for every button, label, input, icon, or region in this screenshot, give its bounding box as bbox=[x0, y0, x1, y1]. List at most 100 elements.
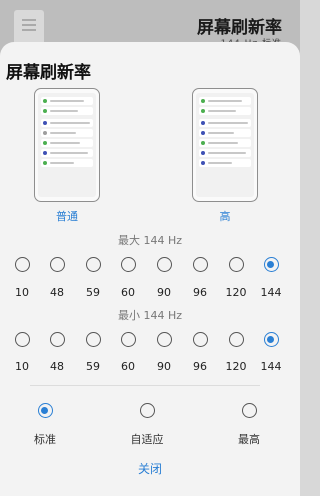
preset-normal[interactable]: 普通 bbox=[34, 88, 100, 224]
mode-radio-adaptive[interactable] bbox=[139, 403, 155, 418]
preview-row bbox=[41, 159, 93, 167]
preview-dot-icon bbox=[43, 141, 47, 145]
preview-text-bar bbox=[50, 142, 80, 144]
preview-row bbox=[41, 149, 93, 157]
preview-text-bar bbox=[208, 100, 242, 102]
preview-row bbox=[199, 159, 251, 167]
min-rate-radio-60[interactable] bbox=[120, 332, 136, 347]
background-title: 屏幕刷新率 bbox=[197, 18, 282, 38]
preview-row bbox=[199, 119, 251, 127]
close-button[interactable]: 关闭 bbox=[120, 460, 180, 477]
preview-dot-icon bbox=[201, 141, 205, 145]
max-rate-radio-90[interactable] bbox=[156, 257, 172, 272]
phone-preview-normal bbox=[34, 88, 100, 202]
min-rate-value-90: 90 bbox=[157, 360, 171, 373]
preview-text-bar bbox=[50, 122, 90, 124]
min-rate-radio-144[interactable] bbox=[263, 332, 279, 347]
preset-high-label: 高 bbox=[219, 210, 231, 223]
max-rate-value-144: 144 bbox=[260, 286, 282, 299]
preview-dot-icon bbox=[43, 121, 47, 125]
max-rate-radio-96[interactable] bbox=[192, 257, 208, 272]
document-icon bbox=[14, 10, 44, 46]
max-rate-value-10: 10 bbox=[15, 286, 29, 299]
preview-row bbox=[199, 97, 251, 105]
min-rate-value-96: 96 bbox=[193, 360, 207, 373]
preview-row bbox=[41, 119, 93, 127]
min-rate-radio-120[interactable] bbox=[228, 332, 244, 347]
min-rate-value-144: 144 bbox=[260, 360, 282, 373]
preview-row bbox=[41, 107, 93, 115]
max-rate-value-48: 48 bbox=[50, 286, 64, 299]
phone-preview-high bbox=[192, 88, 258, 202]
max-rate-value-60: 60 bbox=[121, 286, 135, 299]
max-rate-label: 最大 144 Hz bbox=[117, 234, 183, 247]
preview-row bbox=[199, 129, 251, 137]
mode-label-standard: 标准 bbox=[34, 433, 56, 446]
preview-text-bar bbox=[208, 132, 234, 134]
max-rate-radio-48[interactable] bbox=[49, 257, 65, 272]
max-rate-value-96: 96 bbox=[193, 286, 207, 299]
preview-dot-icon bbox=[43, 151, 47, 155]
min-rate-values: 10 48 59 60 90 96 120 144 bbox=[0, 360, 300, 378]
max-rate-radio-144[interactable] bbox=[263, 257, 279, 272]
mode-radio-standard[interactable] bbox=[37, 403, 53, 418]
max-rate-radio-group bbox=[0, 257, 300, 275]
preview-dot-icon bbox=[43, 99, 47, 103]
mode-label-adaptive: 自适应 bbox=[130, 433, 164, 446]
preview-row bbox=[199, 149, 251, 157]
min-rate-radio-59[interactable] bbox=[85, 332, 101, 347]
mode-labels: 标准 自适应 最高 bbox=[0, 431, 300, 449]
preview-row bbox=[199, 139, 251, 147]
min-rate-value-120: 120 bbox=[225, 360, 247, 373]
preview-dot-icon bbox=[201, 99, 205, 103]
min-rate-radio-48[interactable] bbox=[49, 332, 65, 347]
preview-row bbox=[199, 107, 251, 115]
preview-text-bar bbox=[208, 142, 238, 144]
sheet-title: 屏幕刷新率 bbox=[6, 63, 91, 83]
preview-text-bar bbox=[208, 122, 248, 124]
min-rate-value-60: 60 bbox=[121, 360, 135, 373]
preview-dot-icon bbox=[201, 161, 205, 165]
min-rate-radio-96[interactable] bbox=[192, 332, 208, 347]
preview-row bbox=[41, 97, 93, 105]
preview-dot-icon bbox=[43, 109, 47, 113]
min-rate-radio-group bbox=[0, 332, 300, 350]
mode-radio-highest[interactable] bbox=[241, 403, 257, 418]
mode-radio-group bbox=[0, 403, 300, 421]
min-rate-value-59: 59 bbox=[86, 360, 100, 373]
divider bbox=[30, 385, 260, 386]
preview-text-bar bbox=[208, 152, 246, 154]
preview-row bbox=[41, 139, 93, 147]
preview-text-bar bbox=[50, 162, 74, 164]
max-rate-radio-10[interactable] bbox=[14, 257, 30, 272]
max-rate-radio-60[interactable] bbox=[120, 257, 136, 272]
preview-dot-icon bbox=[201, 121, 205, 125]
preset-high[interactable]: 高 bbox=[192, 88, 258, 224]
preview-dot-icon bbox=[43, 161, 47, 165]
min-rate-value-10: 10 bbox=[15, 360, 29, 373]
max-rate-value-90: 90 bbox=[157, 286, 171, 299]
preview-dot-icon bbox=[43, 131, 47, 135]
max-rate-radio-59[interactable] bbox=[85, 257, 101, 272]
preview-dot-icon bbox=[201, 109, 205, 113]
min-rate-value-48: 48 bbox=[50, 360, 64, 373]
preview-row bbox=[41, 129, 93, 137]
max-rate-value-120: 120 bbox=[225, 286, 247, 299]
preview-dot-icon bbox=[201, 151, 205, 155]
max-rate-value-59: 59 bbox=[86, 286, 100, 299]
mode-label-highest: 最高 bbox=[238, 433, 260, 446]
preview-text-bar bbox=[50, 100, 84, 102]
preview-text-bar bbox=[50, 132, 76, 134]
preview-dot-icon bbox=[201, 131, 205, 135]
min-rate-radio-10[interactable] bbox=[14, 332, 30, 347]
preview-text-bar bbox=[208, 110, 236, 112]
min-rate-label: 最小 144 Hz bbox=[117, 309, 183, 322]
preview-text-bar bbox=[50, 152, 88, 154]
refresh-rate-sheet: 屏幕刷新率 普通 高 最大 144 Hz 10 48 59 60 90 96 120 144 … bbox=[0, 42, 300, 496]
max-rate-radio-120[interactable] bbox=[228, 257, 244, 272]
preview-text-bar bbox=[208, 162, 232, 164]
preset-normal-label: 普通 bbox=[56, 210, 78, 223]
preview-text-bar bbox=[50, 110, 78, 112]
min-rate-radio-90[interactable] bbox=[156, 332, 172, 347]
max-rate-values: 10 48 59 60 90 96 120 144 bbox=[0, 286, 300, 304]
